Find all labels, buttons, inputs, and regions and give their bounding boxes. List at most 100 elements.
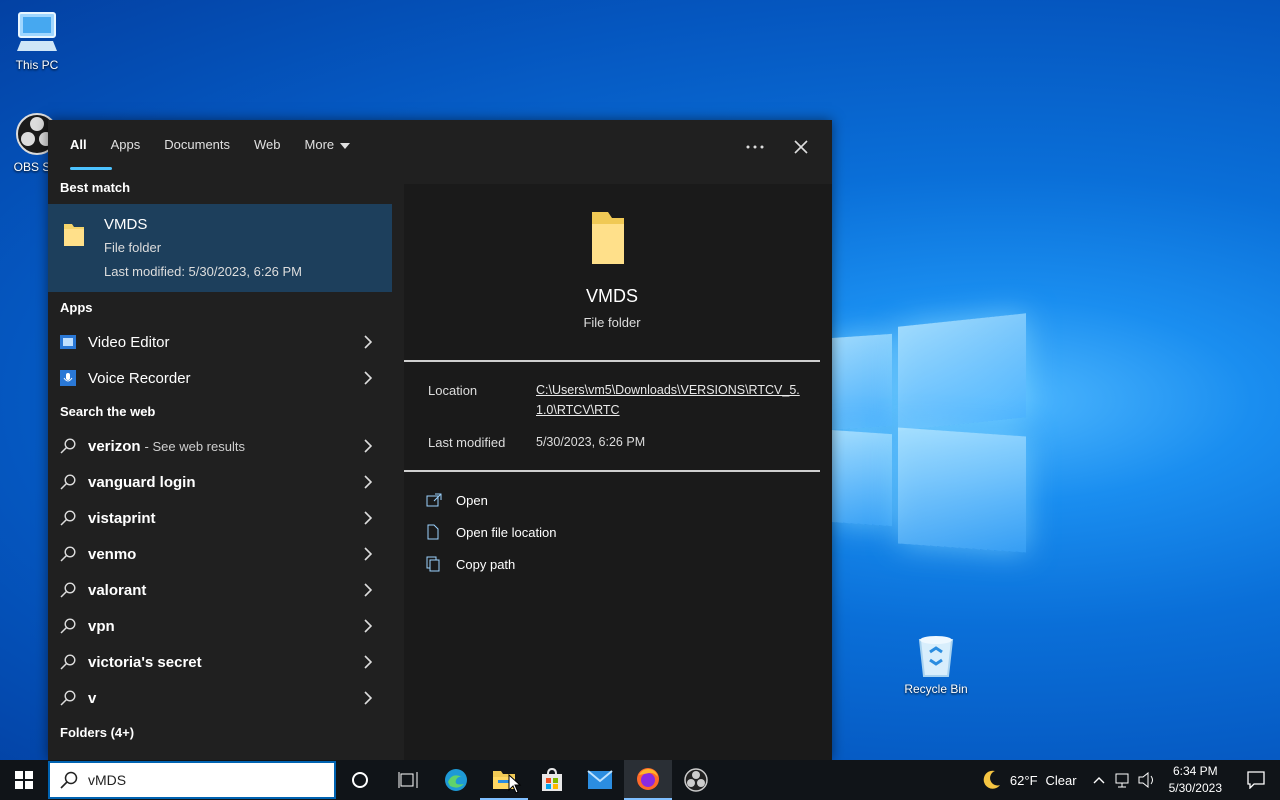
tab-more-label: More: [304, 137, 335, 152]
chevron-right-icon: [364, 475, 372, 489]
cortana-button[interactable]: [336, 760, 384, 800]
web-result-item[interactable]: vanguard login: [48, 464, 392, 500]
store-icon: [542, 768, 562, 791]
show-hidden-icons-button[interactable]: [1087, 760, 1111, 800]
chevron-right-icon: [364, 439, 372, 453]
firefox-icon: [637, 768, 659, 790]
best-match-name: VMDS: [104, 216, 148, 233]
search-input[interactable]: [88, 772, 328, 788]
search-icon: [48, 438, 88, 454]
open-file-location-action[interactable]: Open file location: [426, 518, 556, 546]
task-view-button[interactable]: [384, 760, 432, 800]
chevron-up-icon: [1093, 777, 1105, 784]
web-result-term: vanguard login: [88, 473, 196, 491]
web-result-item[interactable]: vistaprint: [48, 500, 392, 536]
location-label: Location: [428, 383, 478, 398]
preview-name: VMDS: [585, 286, 638, 306]
weather-condition: Clear: [1045, 772, 1077, 788]
search-icon: [48, 690, 88, 706]
desktop-icon-recycle-bin[interactable]: Recycle Bin: [896, 634, 976, 696]
weather-widget[interactable]: 62°F Clear: [970, 769, 1087, 791]
chevron-right-icon: [364, 583, 372, 597]
taskbar-search-box[interactable]: [48, 761, 336, 799]
search-icon: [48, 510, 88, 526]
preview-type: File folder: [583, 315, 641, 330]
obs-icon: [684, 768, 708, 792]
apps-header: Apps: [60, 300, 93, 315]
open-label: Open: [456, 492, 488, 508]
copy-icon: [426, 556, 456, 572]
tab-web[interactable]: Web: [242, 120, 293, 176]
folder-open-icon: [426, 524, 456, 540]
best-match-item[interactable]: VMDS File folder Last modified: 5/30/202…: [48, 204, 392, 292]
open-action[interactable]: Open: [426, 486, 488, 514]
taskbar-obs[interactable]: [672, 760, 720, 800]
web-result-item[interactable]: valorant: [48, 572, 392, 608]
location-link[interactable]: C:\Users\vm5\Downloads\VERSIONS\RTCV_5.1…: [536, 380, 806, 420]
search-icon: [50, 771, 88, 789]
app-result-label: Voice Recorder: [88, 369, 191, 387]
volume-button[interactable]: [1135, 760, 1159, 800]
copy-path-label: Copy path: [456, 556, 516, 572]
tab-all[interactable]: All: [58, 120, 112, 176]
app-result-label: Video Editor: [88, 333, 170, 351]
windows-start-icon: [15, 771, 33, 789]
clock-time: 6:34 PM: [1172, 764, 1218, 778]
web-result-item[interactable]: v: [48, 680, 392, 716]
tab-apps[interactable]: Apps: [99, 120, 153, 176]
web-result-term: venmo: [88, 545, 137, 563]
folder-icon: [588, 210, 628, 271]
taskbar-firefox[interactable]: [624, 760, 672, 800]
weather-temp: 62°F: [1009, 772, 1038, 788]
web-result-term: verizon: [88, 437, 141, 455]
web-result-item[interactable]: venmo: [48, 536, 392, 572]
cortana-icon: [352, 772, 368, 788]
notification-icon: [1247, 771, 1265, 789]
best-match-header: Best match: [60, 180, 131, 195]
chevron-right-icon: [364, 371, 372, 385]
taskbar-edge[interactable]: [432, 760, 480, 800]
start-search-panel: All Apps Documents Web More Best match V…: [48, 120, 832, 760]
divider: [404, 360, 820, 362]
web-result-item[interactable]: vpn: [48, 608, 392, 644]
best-match-modified: Last modified: 5/30/2023, 6:26 PM: [104, 264, 303, 279]
chevron-right-icon: [364, 655, 372, 669]
network-button[interactable]: [1111, 760, 1135, 800]
computer-icon: [14, 10, 60, 54]
recycle-bin-icon: [913, 634, 959, 678]
best-match-type: File folder: [104, 240, 162, 255]
action-center-button[interactable]: [1232, 760, 1280, 800]
chevron-right-icon: [364, 511, 372, 525]
close-button[interactable]: [788, 134, 814, 160]
chevron-right-icon: [364, 691, 372, 705]
copy-path-action[interactable]: Copy path: [426, 550, 515, 578]
search-filter-bar: All Apps Documents Web More: [48, 120, 832, 176]
windows-wallpaper-logo: [830, 308, 1030, 553]
app-result-video-editor[interactable]: Video Editor: [48, 324, 392, 360]
mail-icon: [587, 770, 613, 789]
web-result-item[interactable]: victoria's secret: [48, 644, 392, 680]
task-view-icon: [398, 772, 418, 788]
voice-recorder-icon: [48, 370, 88, 386]
app-result-voice-recorder[interactable]: Voice Recorder: [48, 360, 392, 396]
desktop-icon-this-pc[interactable]: This PC: [0, 10, 77, 72]
system-tray: 62°F Clear 6:34 PM 5/30/2023: [970, 760, 1280, 800]
open-file-location-label: Open file location: [456, 524, 557, 540]
clock[interactable]: 6:34 PM 5/30/2023: [1159, 763, 1232, 797]
tab-documents[interactable]: Documents: [152, 120, 242, 176]
chevron-right-icon: [364, 619, 372, 633]
tab-more[interactable]: More: [293, 120, 363, 176]
web-result-term: vpn: [88, 617, 115, 635]
mouse-cursor-icon: [508, 774, 522, 794]
taskbar-mail[interactable]: [576, 760, 624, 800]
taskbar-store[interactable]: [528, 760, 576, 800]
close-icon: [794, 140, 808, 154]
web-result-term: valorant: [88, 581, 147, 599]
web-result-suffix: - See web results: [144, 438, 245, 454]
more-options-button[interactable]: [742, 134, 768, 160]
web-result-term: vistaprint: [88, 509, 156, 527]
start-button[interactable]: [0, 760, 48, 800]
web-result-item[interactable]: verizon - See web results: [48, 428, 392, 464]
clock-date: 5/30/2023: [1168, 781, 1222, 795]
network-icon: [1115, 773, 1129, 788]
